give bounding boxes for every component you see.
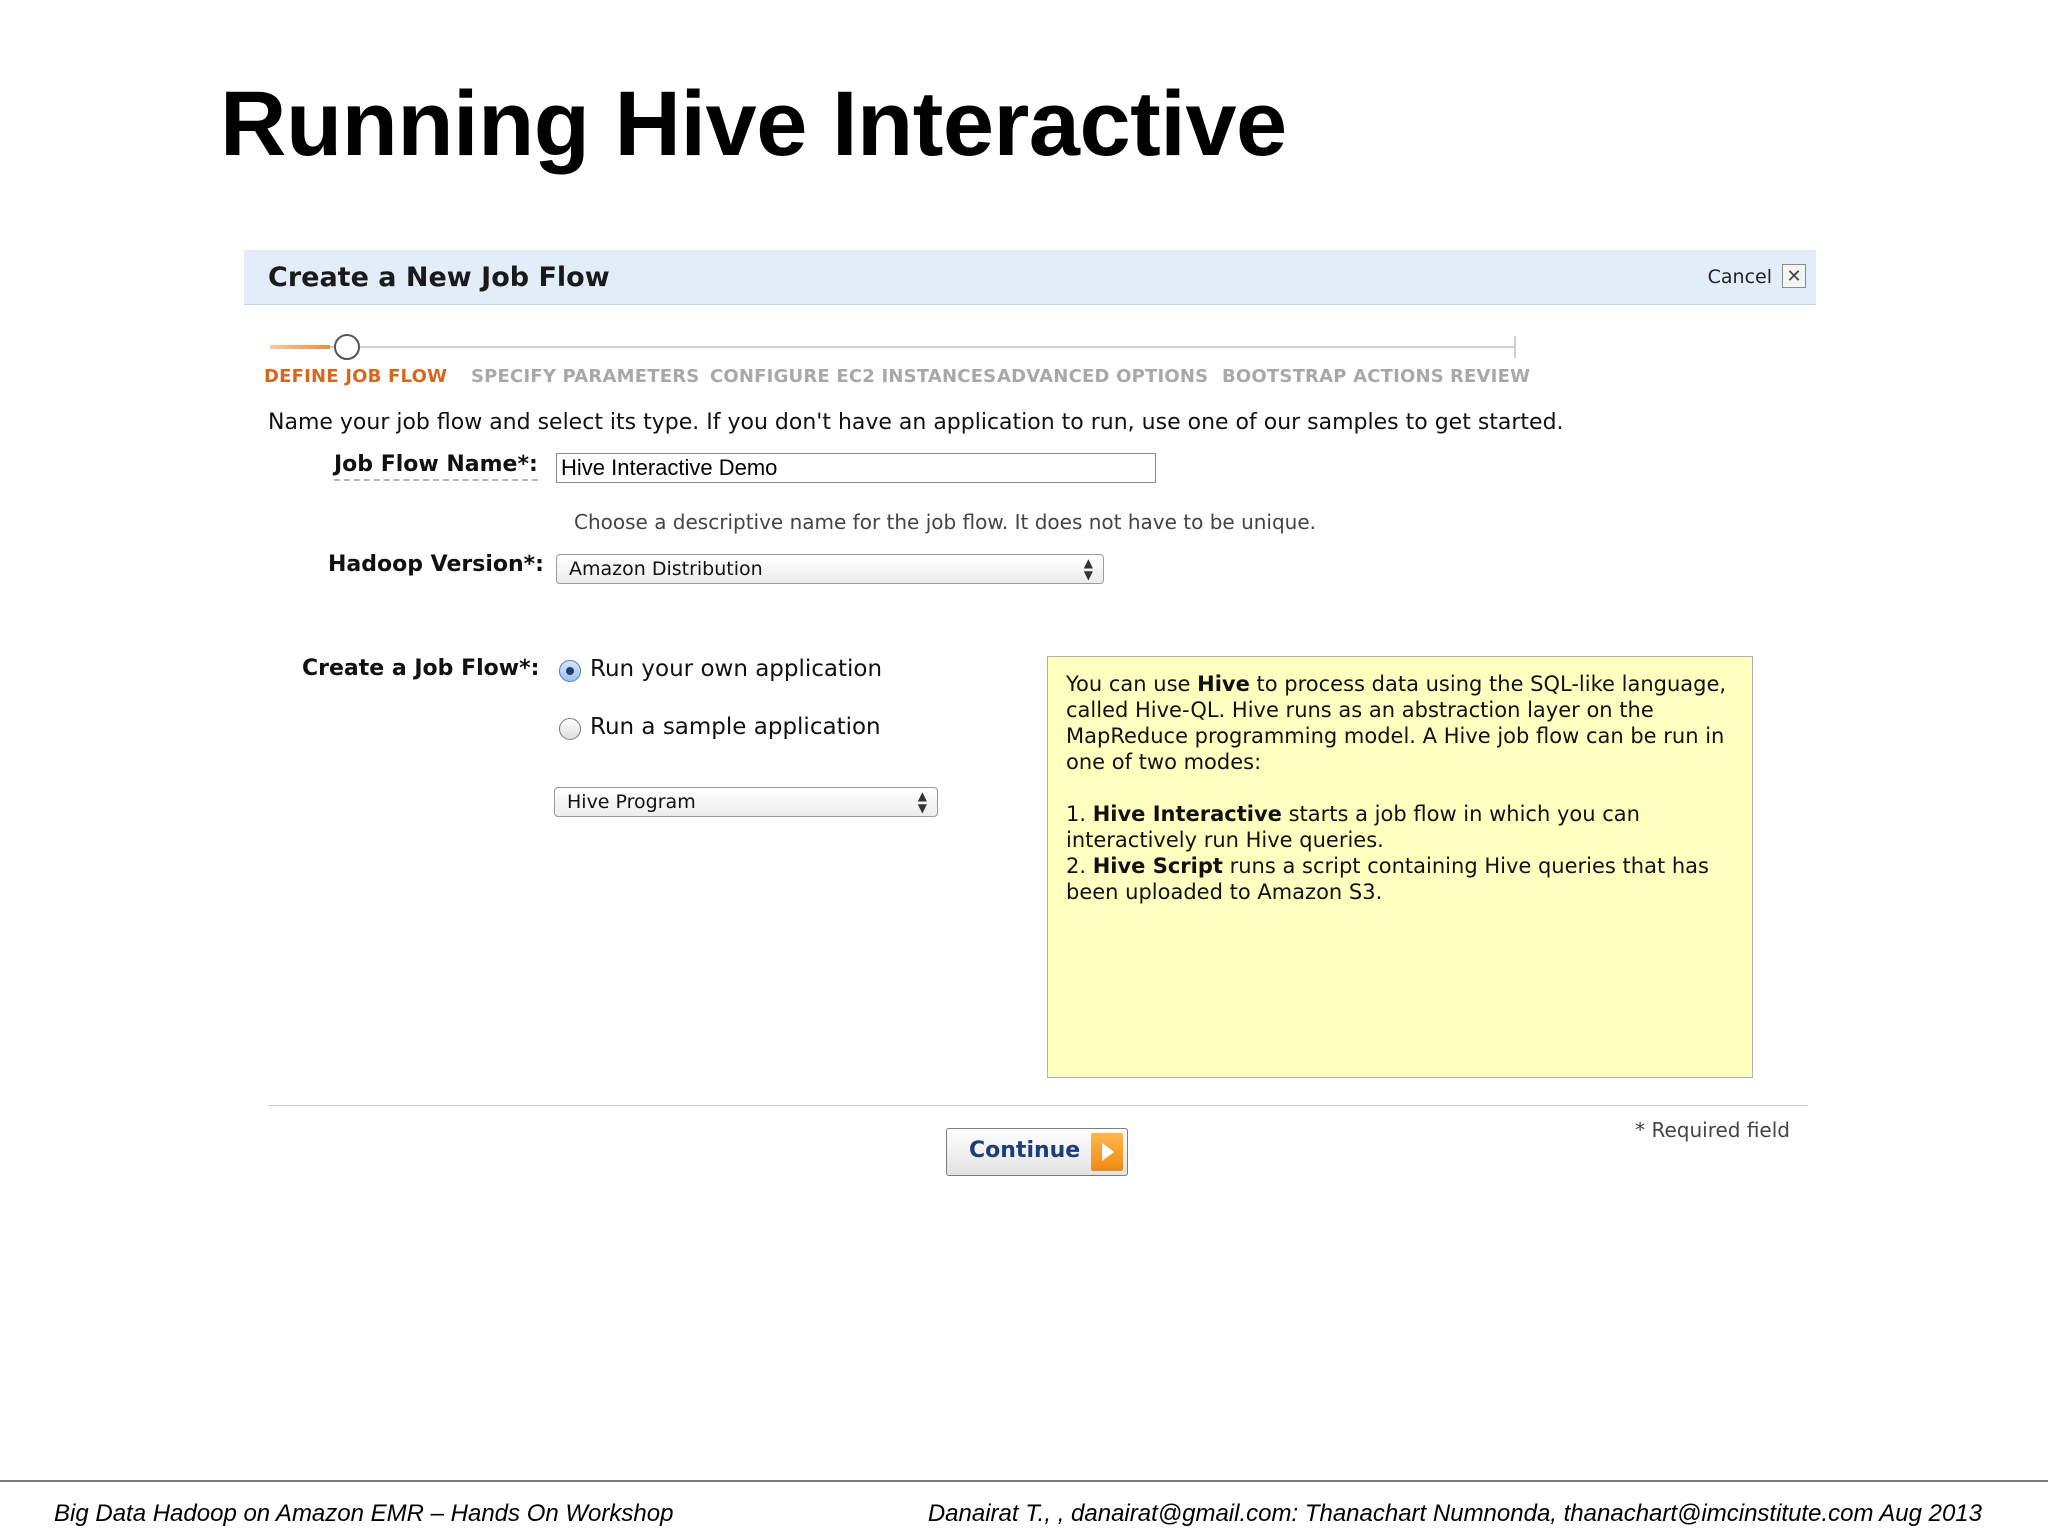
updown-arrows-icon: ▲ ▼: [917, 789, 927, 815]
slide-footer-right: Danairat T., , danairat@gmail.com: Thana…: [927, 1500, 1982, 1527]
arrow-right-icon: [1091, 1133, 1123, 1171]
radio-run-sample-application[interactable]: [559, 718, 581, 740]
step-advanced-options: ADVANCED OPTIONS: [997, 366, 1209, 387]
progress-completed: [270, 345, 330, 349]
step-review: REVIEW: [1450, 366, 1531, 387]
job-flow-name-hint: Choose a descriptive name for the job fl…: [574, 510, 1317, 534]
hadoop-version-select[interactable]: Amazon Distribution ▲ ▼: [556, 554, 1104, 584]
info-item-hive-interactive: 1. Hive Interactive starts a job flow in…: [1066, 802, 1640, 852]
radio-run-own-application[interactable]: [559, 660, 581, 682]
intro-text: Name your job flow and select its type. …: [268, 410, 1564, 435]
hadoop-version-label: Hadoop Version*:: [328, 552, 544, 577]
footer-divider: [268, 1105, 1808, 1106]
run-sample-application-label[interactable]: Run a sample application: [590, 714, 881, 740]
job-flow-name-label: Job Flow Name*:: [334, 452, 538, 481]
cancel-link[interactable]: Cancel: [1708, 266, 1772, 288]
dialog-header: Create a New Job Flow Cancel ✕: [244, 250, 1816, 305]
job-type-select[interactable]: Hive Program ▲ ▼: [554, 787, 938, 817]
job-flow-name-input[interactable]: [556, 453, 1156, 483]
updown-arrows-icon: ▲ ▼: [1083, 556, 1093, 582]
hive-info-box: You can use Hive to process data using t…: [1047, 656, 1753, 1078]
slide-footer-line: [0, 1480, 2048, 1482]
progress-current-node: [334, 334, 360, 360]
run-own-application-label[interactable]: Run your own application: [590, 656, 882, 682]
hadoop-version-selected: Amazon Distribution: [569, 558, 763, 580]
continue-label: Continue: [969, 1138, 1081, 1163]
required-field-note: * Required field: [1635, 1118, 1790, 1142]
info-paragraph: You can use Hive to process data using t…: [1066, 672, 1727, 774]
info-item-hive-script: 2. Hive Script runs a script containing …: [1066, 854, 1709, 904]
step-bootstrap-actions: BOOTSTRAP ACTIONS: [1222, 366, 1444, 387]
step-specify-parameters: SPECIFY PARAMETERS: [471, 366, 700, 387]
slide-footer-left: Big Data Hadoop on Amazon EMR – Hands On…: [54, 1500, 674, 1527]
slide-title: Running Hive Interactive: [220, 73, 1287, 175]
progress-track: [270, 346, 1514, 348]
create-job-flow-label: Create a Job Flow*:: [302, 656, 540, 681]
job-type-selected: Hive Program: [567, 791, 696, 813]
dialog-title: Create a New Job Flow: [268, 262, 610, 293]
step-configure-ec2-instances: CONFIGURE EC2 INSTANCES: [710, 366, 997, 387]
create-job-flow-dialog: Create a New Job Flow Cancel ✕ DEFINE JO…: [244, 250, 1816, 1190]
close-icon[interactable]: ✕: [1782, 264, 1806, 288]
progress-end-tick: [1514, 336, 1516, 358]
continue-button[interactable]: Continue: [946, 1128, 1128, 1176]
step-define-job-flow: DEFINE JOB FLOW: [264, 366, 448, 387]
